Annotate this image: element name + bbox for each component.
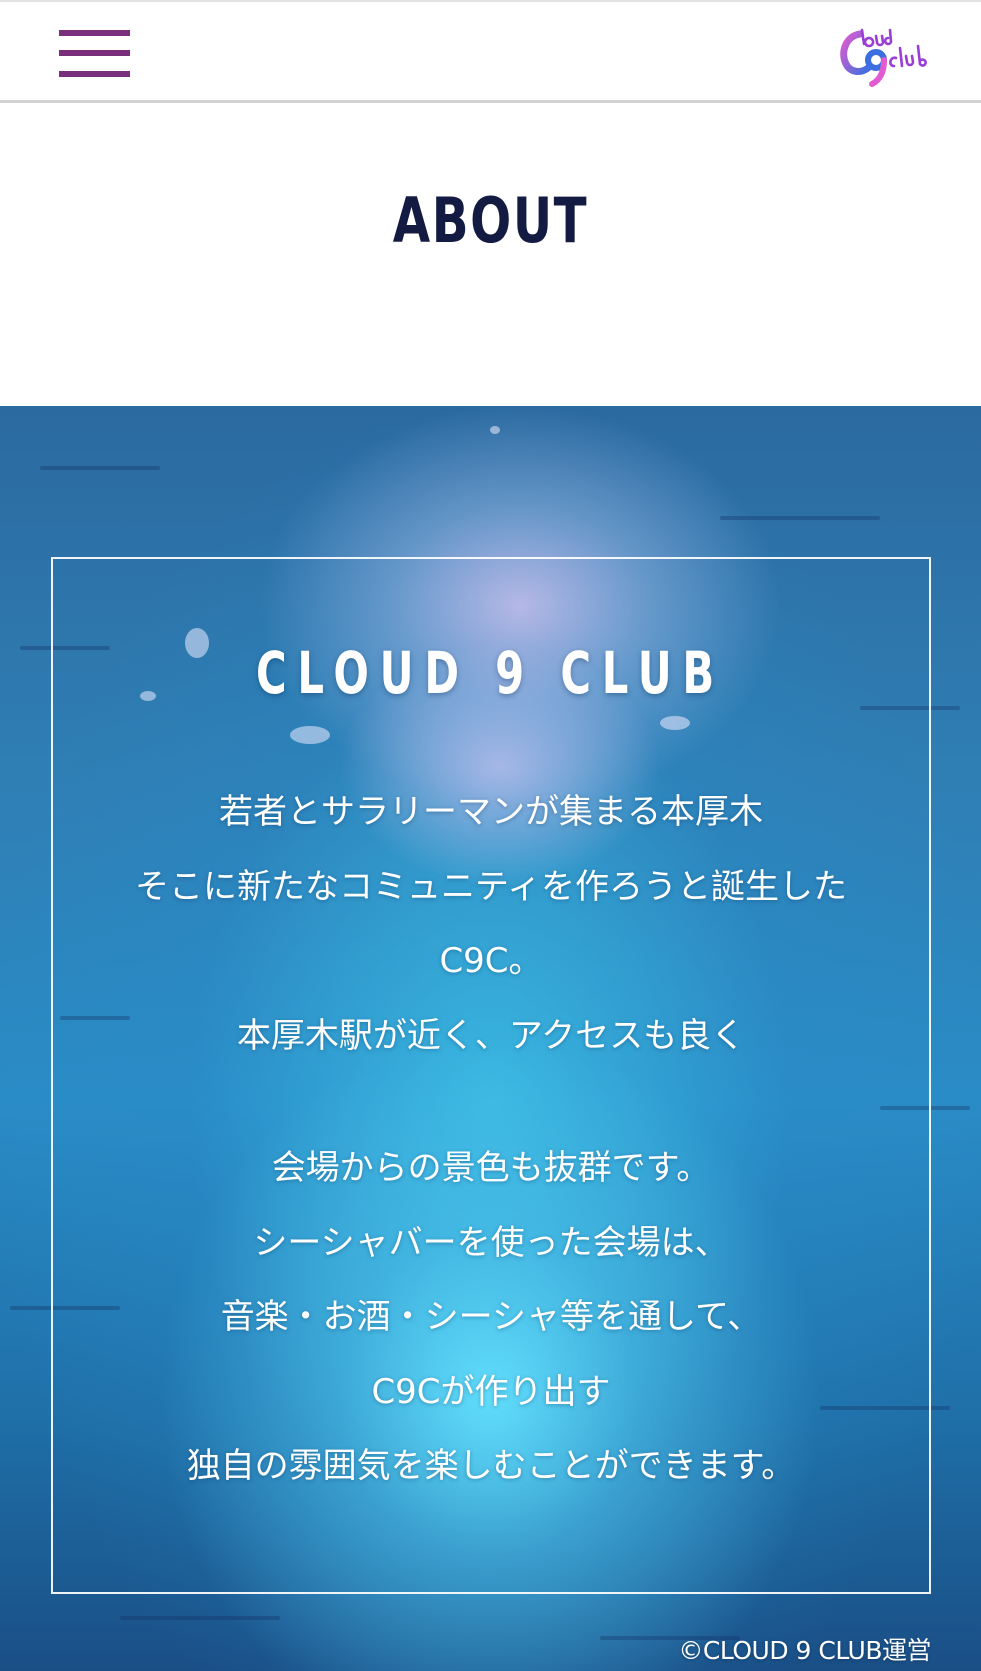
site-header <box>0 0 981 103</box>
copyright-text: ©CLOUD 9 CLUB運営 <box>678 1636 931 1665</box>
menu-bar <box>59 50 130 56</box>
description-gap <box>51 1073 931 1131</box>
decoration <box>40 466 160 470</box>
menu-bar <box>59 30 130 36</box>
description-line: 若者とサラリーマンが集まる本厚木 <box>219 792 763 832</box>
about-hero-section: CLOUD 9 CLUB 若者とサラリーマンが集まる本厚木 そこに新たなコミュニ… <box>0 406 981 1671</box>
menu-bar <box>59 71 130 77</box>
description-line: C9C。 <box>439 941 543 981</box>
description-line: 会場からの景色も抜群です。 <box>271 1148 711 1188</box>
decoration <box>120 1616 280 1620</box>
hamburger-menu-icon[interactable] <box>59 30 130 82</box>
description-line: 音楽・お酒・シーシャ等を通して、 <box>220 1297 762 1337</box>
decoration <box>490 426 500 434</box>
description-line: そこに新たなコミュニティを作ろうと誕生した <box>135 866 847 907</box>
description-line: 独自の雰囲気を楽しむことができます。 <box>186 1446 796 1486</box>
page-title: ABOUT <box>392 184 589 257</box>
about-description: 若者とサラリーマンが集まる本厚木 そこに新たなコミュニティを作ろうと誕生した C… <box>51 775 931 1504</box>
decoration <box>720 516 880 520</box>
description-line: 本厚木駅が近く、アクセスも良く <box>236 1015 746 1056</box>
site-logo[interactable] <box>838 18 928 90</box>
club-name-heading: CLOUD 9 CLUB <box>255 639 726 707</box>
description-line: シーシャバーを使った会場は、 <box>253 1222 729 1263</box>
description-line: C9Cが作り出す <box>371 1371 611 1412</box>
cloud-9-club-logo-icon <box>840 28 927 87</box>
